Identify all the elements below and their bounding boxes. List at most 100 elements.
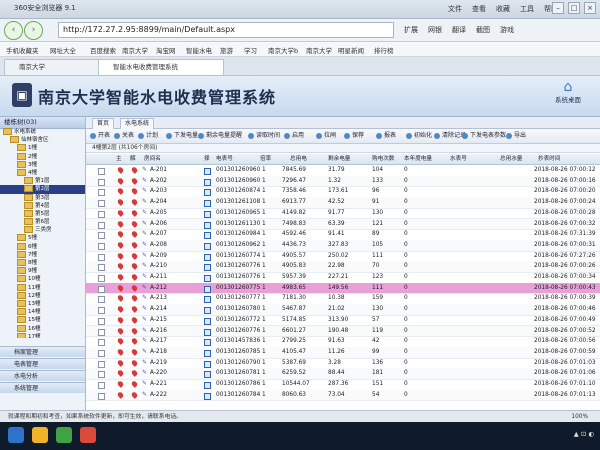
- row-checkbox[interactable]: [98, 317, 105, 325]
- edit-icon[interactable]: ✎: [142, 220, 148, 227]
- toolbar-button[interactable]: 剩余电量提醒: [198, 131, 242, 141]
- fav-item[interactable]: 智能水电: [186, 45, 212, 55]
- fav-item[interactable]: 网址大全: [50, 45, 76, 55]
- location-pin-icon[interactable]: [116, 358, 125, 367]
- row-checkbox[interactable]: [98, 232, 105, 240]
- location-pin-icon[interactable]: [116, 305, 125, 313]
- meter-checkbox[interactable]: [204, 328, 211, 336]
- location-pin-icon[interactable]: [130, 273, 139, 281]
- row-checkbox[interactable]: [98, 200, 105, 208]
- start-icon[interactable]: [8, 427, 24, 443]
- tree-item[interactable]: 5幢: [0, 234, 85, 242]
- fav-item[interactable]: 明星新闻: [338, 45, 364, 55]
- accordion-analysis[interactable]: 水电分析: [0, 370, 85, 381]
- fav-item[interactable]: 南京大学b: [268, 45, 298, 55]
- column-header[interactable]: 房间名: [144, 154, 161, 164]
- location-pin-icon[interactable]: [116, 348, 125, 356]
- location-pin-icon[interactable]: [116, 294, 125, 303]
- column-header[interactable]: 剩余电量: [328, 154, 350, 164]
- column-header[interactable]: 总用电: [290, 154, 307, 164]
- browser-icon[interactable]: [56, 427, 72, 443]
- column-header[interactable]: 主: [116, 154, 122, 164]
- row-checkbox[interactable]: [98, 307, 105, 315]
- edit-icon[interactable]: ✎: [142, 316, 148, 323]
- tree-item[interactable]: 水电系统: [0, 128, 85, 136]
- menu-view[interactable]: 查看: [472, 4, 486, 14]
- edit-icon[interactable]: ✎: [142, 284, 148, 291]
- column-header[interactable]: 水表号: [450, 154, 467, 164]
- tree-item[interactable]: 第6层: [0, 218, 85, 226]
- tree-item[interactable]: 15幢: [0, 316, 85, 324]
- meter-checkbox[interactable]: [204, 275, 211, 282]
- location-pin-icon[interactable]: [130, 251, 139, 260]
- home-button[interactable]: ⌂ 系统桌面: [548, 80, 588, 104]
- fav-item[interactable]: 淘宝网: [156, 45, 176, 55]
- tab-water-electric[interactable]: 水电系统: [120, 118, 155, 129]
- folder-icon[interactable]: [32, 427, 48, 443]
- meter-checkbox[interactable]: [204, 339, 211, 347]
- meter-checkbox[interactable]: [204, 200, 211, 208]
- location-pin-icon[interactable]: [130, 176, 139, 185]
- row-checkbox[interactable]: [98, 168, 105, 175]
- edit-icon[interactable]: ✎: [142, 199, 148, 205]
- tree-item[interactable]: 仙林宿舍区: [0, 136, 85, 144]
- meter-checkbox[interactable]: [204, 296, 211, 304]
- location-pin-icon[interactable]: [116, 283, 125, 292]
- tree-item[interactable]: 16幢: [0, 324, 85, 333]
- table-row[interactable]: ✎ A-222 001301260784 1 8060.63 73.04 54 0 2018-0…: [86, 389, 600, 402]
- tree-item[interactable]: 第5层: [0, 209, 85, 218]
- fav-item[interactable]: 旅游: [220, 45, 233, 55]
- column-header[interactable]: 择: [204, 154, 210, 164]
- meter-checkbox[interactable]: [204, 317, 211, 325]
- meter-checkbox[interactable]: [204, 253, 211, 261]
- row-checkbox[interactable]: [98, 328, 105, 336]
- url-input[interactable]: http://172.27.2.95:8899/main/Default.asp…: [58, 22, 394, 38]
- row-checkbox[interactable]: [98, 210, 105, 218]
- toolbar-button[interactable]: 启用: [284, 131, 304, 141]
- location-pin-icon[interactable]: [130, 369, 139, 378]
- tree-item[interactable]: 11幢: [0, 283, 85, 292]
- tree-item[interactable]: 17幢: [0, 332, 85, 338]
- meter-checkbox[interactable]: [204, 168, 211, 175]
- tool-screenshot[interactable]: 截图: [476, 25, 490, 35]
- back-icon[interactable]: ‹: [4, 21, 23, 40]
- meter-checkbox[interactable]: [204, 178, 211, 186]
- edit-icon[interactable]: ✎: [142, 167, 148, 173]
- edit-icon[interactable]: ✎: [142, 370, 148, 376]
- row-checkbox[interactable]: [98, 392, 105, 400]
- row-checkbox[interactable]: [98, 360, 105, 368]
- meter-checkbox[interactable]: [204, 360, 211, 368]
- row-checkbox[interactable]: [98, 189, 105, 197]
- edit-icon[interactable]: ✎: [142, 209, 148, 216]
- row-checkbox[interactable]: [98, 339, 105, 347]
- tree-item[interactable]: 8幢: [0, 259, 85, 267]
- meter-checkbox[interactable]: [204, 232, 211, 240]
- row-checkbox[interactable]: [98, 371, 105, 379]
- row-checkbox[interactable]: [98, 275, 105, 282]
- fav-item[interactable]: 南京大学: [122, 45, 148, 55]
- toolbar-button[interactable]: 初始化: [406, 131, 432, 141]
- location-pin-icon[interactable]: [130, 358, 139, 367]
- minimize-icon[interactable]: –: [552, 2, 564, 14]
- tree-item[interactable]: 三类房: [0, 226, 85, 234]
- location-pin-icon[interactable]: [130, 166, 139, 174]
- location-pin-icon[interactable]: [116, 241, 125, 249]
- location-pin-icon[interactable]: [130, 262, 139, 271]
- tree-item[interactable]: 3幢: [0, 160, 85, 169]
- maximize-icon[interactable]: □: [568, 2, 580, 14]
- edit-icon[interactable]: ✎: [142, 295, 148, 301]
- location-pin-icon[interactable]: [130, 315, 139, 324]
- fav-item[interactable]: 手机收藏夹: [6, 45, 39, 55]
- meter-checkbox[interactable]: [204, 371, 211, 379]
- tree-item[interactable]: 第2层: [0, 185, 85, 194]
- location-pin-icon[interactable]: [116, 176, 125, 185]
- tab-home[interactable]: 首页: [92, 118, 115, 129]
- tool-games[interactable]: 游戏: [500, 25, 514, 35]
- column-header[interactable]: 抄表时间: [538, 154, 560, 164]
- location-pin-icon[interactable]: [130, 337, 139, 346]
- meter-checkbox[interactable]: [204, 242, 211, 250]
- tool-extensions[interactable]: 扩展: [404, 25, 418, 35]
- location-pin-icon[interactable]: [116, 198, 125, 206]
- menu-favorites[interactable]: 收藏: [496, 4, 510, 14]
- tree-item[interactable]: 第1层: [0, 177, 85, 185]
